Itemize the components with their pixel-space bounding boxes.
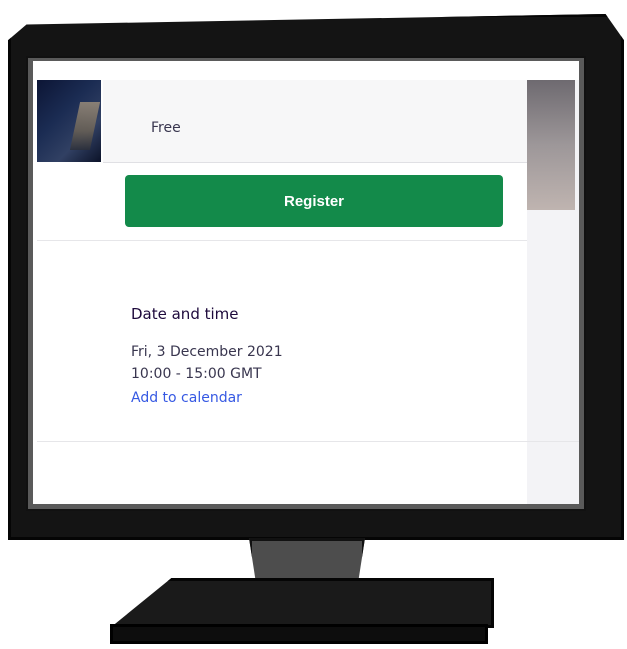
right-thumbnail-image — [527, 80, 575, 210]
ticket-panel: Free — [103, 80, 527, 163]
divider — [37, 240, 527, 241]
event-time: 10:00 - 15:00 GMT — [131, 366, 262, 382]
image-detail — [69, 102, 101, 150]
date-time-heading: Date and time — [131, 305, 239, 323]
monitor-base — [110, 578, 494, 628]
screen: Free Register Date and time Fri, 3 Decem… — [33, 61, 579, 504]
add-to-calendar-link[interactable]: Add to calendar — [131, 390, 242, 406]
register-button[interactable]: Register — [125, 175, 503, 227]
divider — [37, 441, 579, 442]
event-thumbnail-image — [37, 80, 101, 162]
event-date: Fri, 3 December 2021 — [131, 344, 283, 360]
monitor-base-front — [110, 624, 488, 644]
ticket-price: Free — [151, 120, 181, 136]
